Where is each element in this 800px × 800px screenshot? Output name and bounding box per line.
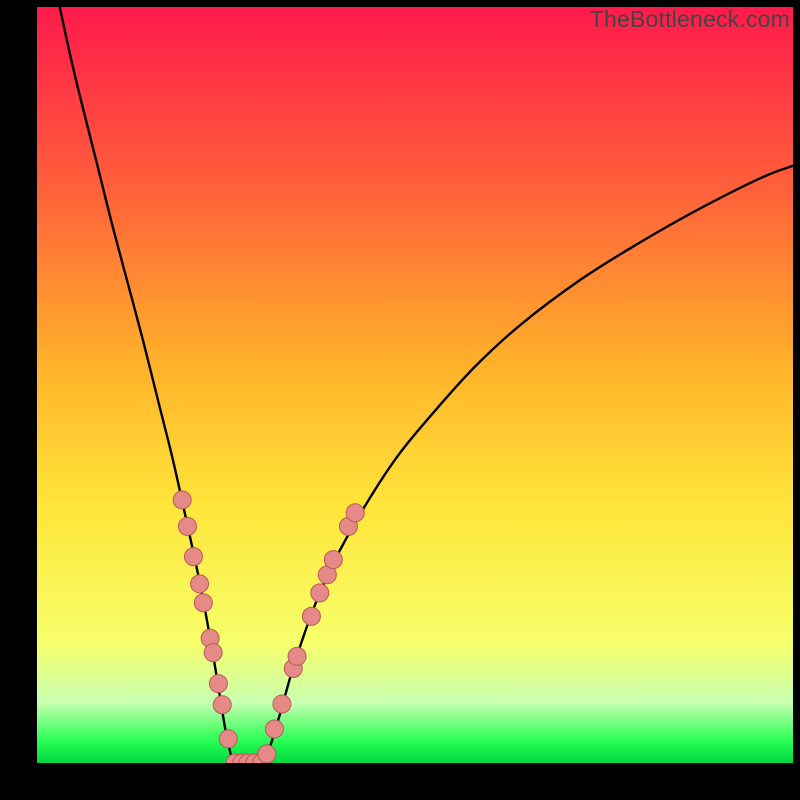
- data-dot: [265, 720, 283, 738]
- data-dot: [311, 584, 329, 602]
- data-dot: [219, 730, 237, 748]
- data-dot: [209, 675, 227, 693]
- data-dot: [204, 644, 222, 662]
- plot-area: [37, 7, 793, 763]
- data-dot: [324, 551, 342, 569]
- data-dot: [258, 745, 276, 763]
- data-dot: [194, 594, 212, 612]
- chart-svg: [37, 7, 793, 763]
- data-dot: [302, 607, 320, 625]
- data-dot: [191, 575, 209, 593]
- data-dot: [184, 548, 202, 566]
- chart-frame: TheBottleneck.com: [0, 0, 800, 800]
- gradient-background: [37, 7, 793, 763]
- data-dot: [273, 695, 291, 713]
- data-dot: [288, 647, 306, 665]
- data-dot: [213, 696, 231, 714]
- data-dot: [346, 504, 364, 522]
- data-dot: [173, 491, 191, 509]
- data-dot: [178, 517, 196, 535]
